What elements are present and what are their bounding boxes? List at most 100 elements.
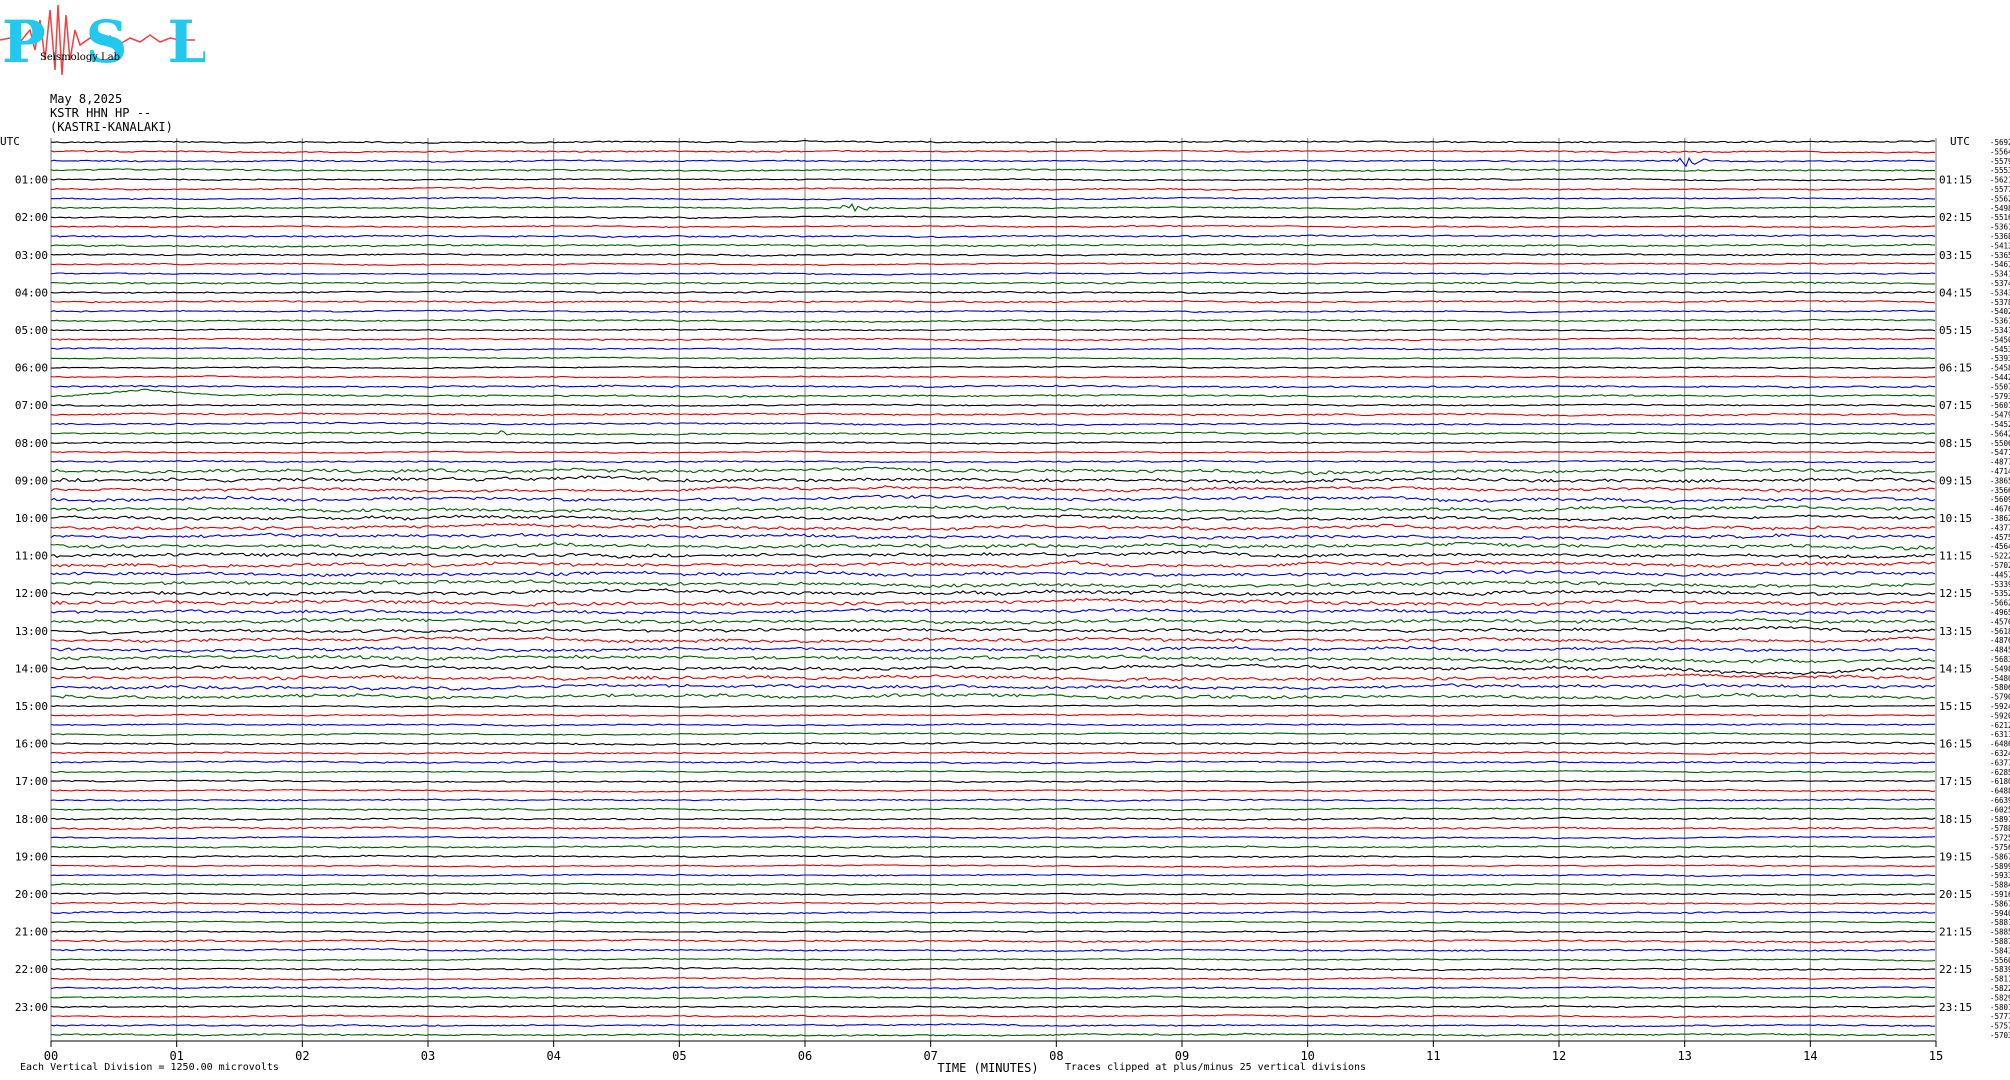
trace-offset-label: -4877: [1990, 458, 2010, 467]
trace-offset-label: -5507: [1990, 382, 2010, 391]
utc-quarter-hour-label: 10:15: [1939, 512, 1972, 525]
utc-hour-label: 01:00: [15, 174, 48, 187]
trace-offset-label: -6180: [1990, 777, 2010, 786]
trace-offset-label: -5756: [1990, 843, 2010, 852]
seismic-trace: [50, 156, 1936, 168]
seismic-trace: [50, 636, 1936, 644]
utc-quarter-hour-label: 14:15: [1939, 662, 1972, 675]
seismic-trace: [50, 597, 1936, 607]
trace-offset-label: -4564: [1990, 542, 2010, 551]
trace-offset-label: -5790: [1990, 693, 2010, 702]
seismic-trace: [50, 901, 1936, 906]
time-tick-label: 10: [1300, 1049, 1314, 1063]
utc-hour-label: 13:00: [15, 625, 48, 638]
trace-offset-label: -5361: [1990, 223, 2010, 232]
trace-offset-label: -4576: [1990, 617, 2010, 626]
seismic-trace: [50, 617, 1936, 625]
trace-offset-label: -5413: [1990, 241, 2010, 250]
trace-offset-label: -5516: [1990, 213, 2010, 222]
time-tick-label: 04: [546, 1049, 560, 1063]
trace-offset-label: -5402: [1990, 307, 2010, 316]
helicorder-plot: -5692-5564-5579-5553-5621-5577-5562-5498…: [0, 135, 2010, 1075]
trace-offset-label: -5378: [1990, 298, 2010, 307]
seismic-trace: [50, 892, 1936, 896]
time-tick-label: 07: [923, 1049, 937, 1063]
trace-offset-label: -5562: [1990, 194, 2010, 203]
utc-quarter-hour-label: 18:15: [1939, 813, 1972, 826]
utc-hour-label: 12:00: [15, 587, 48, 600]
trace-offset-label: -5811: [1990, 975, 2010, 984]
trace-offset-label: -5725: [1990, 834, 2010, 843]
trace-offset-label: -5341: [1990, 326, 2010, 335]
seismic-trace: [50, 522, 1936, 531]
utc-hour-label: 15:00: [15, 700, 48, 713]
utc-quarter-hour-label: 17:15: [1939, 775, 1972, 788]
seismic-trace: [50, 290, 1936, 295]
seismic-trace: [50, 645, 1936, 653]
seismic-trace: [51, 976, 1936, 981]
seismic-trace: [51, 948, 1936, 953]
seismic-trace: [50, 337, 1936, 342]
utc-quarter-hour-label: 19:15: [1939, 850, 1972, 863]
trace-offset-label: -5339: [1990, 580, 2010, 589]
seismic-trace: [50, 704, 1936, 708]
utc-hour-label: 21:00: [15, 926, 48, 939]
seismic-trace: [50, 816, 1936, 821]
utc-quarter-hour-label: 15:15: [1939, 700, 1972, 713]
trace-offset-label: -6486: [1990, 740, 2010, 749]
time-tick-label: 15: [1929, 1049, 1943, 1063]
trace-offset-label: -5480: [1990, 674, 2010, 683]
seismic-trace: [50, 505, 1936, 513]
trace-offset-label: -5458: [1990, 364, 2010, 373]
utc-quarter-hour-label: 16:15: [1939, 738, 1972, 751]
trace-offset-label: -6324: [1990, 749, 2010, 758]
time-tick-label: 13: [1677, 1049, 1691, 1063]
seismic-trace: [50, 663, 1936, 676]
seismic-trace: [50, 835, 1936, 840]
time-tick-label: 09: [1175, 1049, 1189, 1063]
trace-offset-label: -5920: [1990, 711, 2010, 720]
seismic-trace: [50, 186, 1936, 191]
seismic-trace: [50, 253, 1936, 257]
seismic-trace: [50, 262, 1936, 266]
seismic-trace: [50, 995, 1936, 1000]
seismic-trace: [50, 356, 1936, 360]
utc-hour-label: 23:00: [15, 1001, 48, 1014]
trace-offset-label: -5692: [1990, 138, 2010, 147]
trace-offset-label: -5839: [1990, 965, 2010, 974]
seismic-trace: [50, 826, 1936, 831]
utc-hour-label: 10:00: [15, 512, 48, 525]
seismic-trace: [50, 938, 1936, 944]
trace-offset-label: -4676: [1990, 505, 2010, 514]
seismic-trace: [50, 541, 1936, 551]
trace-offset-label: -6311: [1990, 730, 2010, 739]
trace-offset-label: -5343: [1990, 288, 2010, 297]
seismic-trace: [50, 929, 1936, 934]
seismic-trace: [50, 215, 1936, 219]
trace-offset-label: -5374: [1990, 279, 2010, 288]
time-tick-label: 08: [1049, 1049, 1063, 1063]
trace-offset-label: -6285: [1990, 768, 2010, 777]
utc-hour-label: 09:00: [15, 474, 48, 487]
seismic-trace: [50, 384, 1936, 389]
time-tick-label: 03: [421, 1049, 435, 1063]
seismic-trace: [50, 1014, 1936, 1019]
seismic-trace: [51, 957, 1936, 962]
seismic-trace: [50, 459, 1936, 464]
trace-offset-label: -5452: [1990, 420, 2010, 429]
seismic-trace: [50, 550, 1936, 559]
trace-offset-label: -5642: [1990, 429, 2010, 438]
utc-hour-label: 02:00: [15, 211, 48, 224]
trace-offset-label: -5884: [1990, 881, 2010, 890]
trace-offset-label: -5829: [1990, 993, 2010, 1002]
trace-offset-label: -5618: [1990, 627, 2010, 636]
seismic-trace: [50, 412, 1936, 417]
utc-quarter-hour-label: 23:15: [1939, 1001, 1972, 1014]
seismic-trace: [50, 770, 1936, 774]
trace-offset-label: -5553: [1990, 166, 2010, 175]
trace-offset-label: -5891: [1990, 815, 2010, 824]
utc-quarter-hour-label: 08:15: [1939, 437, 1972, 450]
time-tick-label: 12: [1552, 1049, 1566, 1063]
seismic-trace: [50, 532, 1936, 541]
trace-offset-label: -5467: [1990, 260, 2010, 269]
